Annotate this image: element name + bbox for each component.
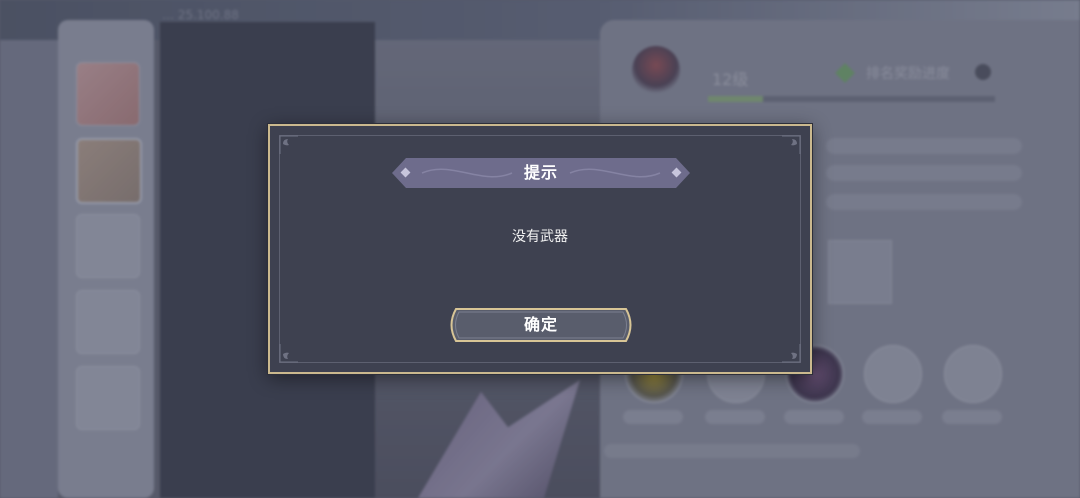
confirm-button[interactable]: 确定 [446,308,636,342]
dialog-title: 提示 [523,163,558,182]
dialog-title-banner: 提示 [392,158,690,188]
corner-ornament-icon [782,344,801,363]
corner-ornament-icon [782,135,801,154]
alert-dialog: 提示 没有武器 确定 [268,124,812,374]
corner-ornament-icon [279,344,298,363]
corner-ornament-icon [279,135,298,154]
dialog-message: 没有武器 [512,229,568,245]
confirm-button-label: 确定 [523,315,558,334]
